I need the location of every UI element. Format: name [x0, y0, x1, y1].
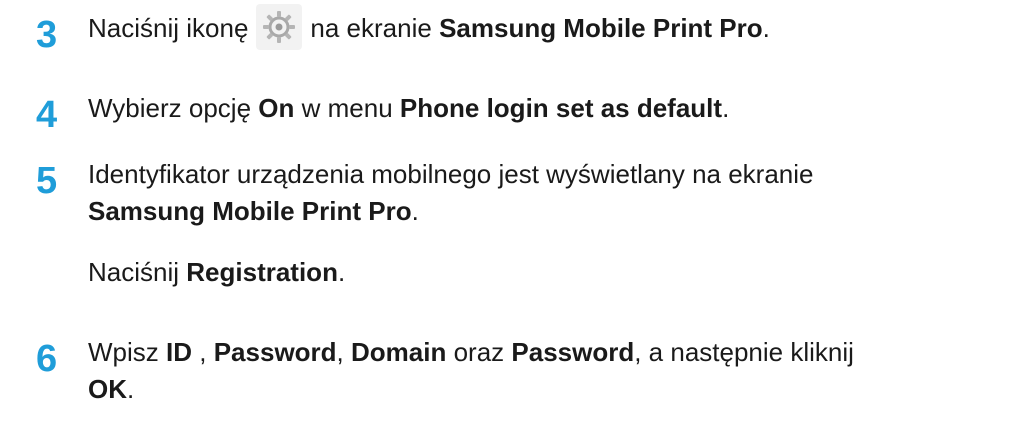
text-segment: .	[762, 13, 770, 43]
step-text: Identyfikator urządzenia mobilnego jest …	[88, 156, 1026, 230]
step-text: Wybierz opcję On w menu Phone login set …	[88, 90, 1026, 127]
button-name: Registration	[186, 257, 338, 287]
step-number: 3	[36, 14, 58, 56]
text-segment: , a następnie kliknij	[634, 337, 854, 367]
step-text: Naciśnij ikonę na ekranie Samsung Mobile…	[88, 4, 1026, 51]
field-name: ID	[166, 337, 193, 367]
step-number: 4	[36, 94, 58, 136]
app-name: Samsung Mobile Print Pro	[439, 13, 763, 43]
text-segment: .	[722, 93, 730, 123]
text-segment: Naciśnij ikonę	[88, 13, 249, 43]
text-segment: na ekranie	[310, 13, 432, 43]
text-segment: Naciśnij	[88, 257, 180, 287]
text-segment: .	[337, 257, 346, 287]
text-segment: Wpisz	[88, 337, 159, 367]
step-number: 6	[36, 338, 58, 380]
text-segment: ,	[199, 337, 207, 367]
button-name: OK	[88, 374, 127, 404]
app-name: Samsung Mobile Print Pro	[88, 196, 412, 226]
step-text: Wpisz ID , Password, Domain oraz Passwor…	[88, 334, 1026, 408]
text-segment: .	[127, 374, 135, 404]
text-segment: w menu	[301, 93, 393, 123]
field-name: Password	[213, 337, 337, 367]
menu-name: Phone login set as default	[399, 93, 723, 123]
text-segment: .	[411, 196, 419, 226]
step-subtext: Naciśnij Registration.	[88, 254, 345, 291]
gear-icon	[256, 4, 303, 51]
field-name: Domain	[351, 337, 447, 367]
option-name: On	[258, 93, 295, 123]
field-name: Password	[511, 337, 635, 367]
text-segment: Identyfikator urządzenia mobilnego jest …	[88, 159, 814, 189]
text-segment: oraz	[453, 337, 505, 367]
step-number: 5	[36, 160, 58, 202]
text-segment: Wybierz opcję	[88, 93, 252, 123]
text-segment: ,	[336, 337, 344, 367]
